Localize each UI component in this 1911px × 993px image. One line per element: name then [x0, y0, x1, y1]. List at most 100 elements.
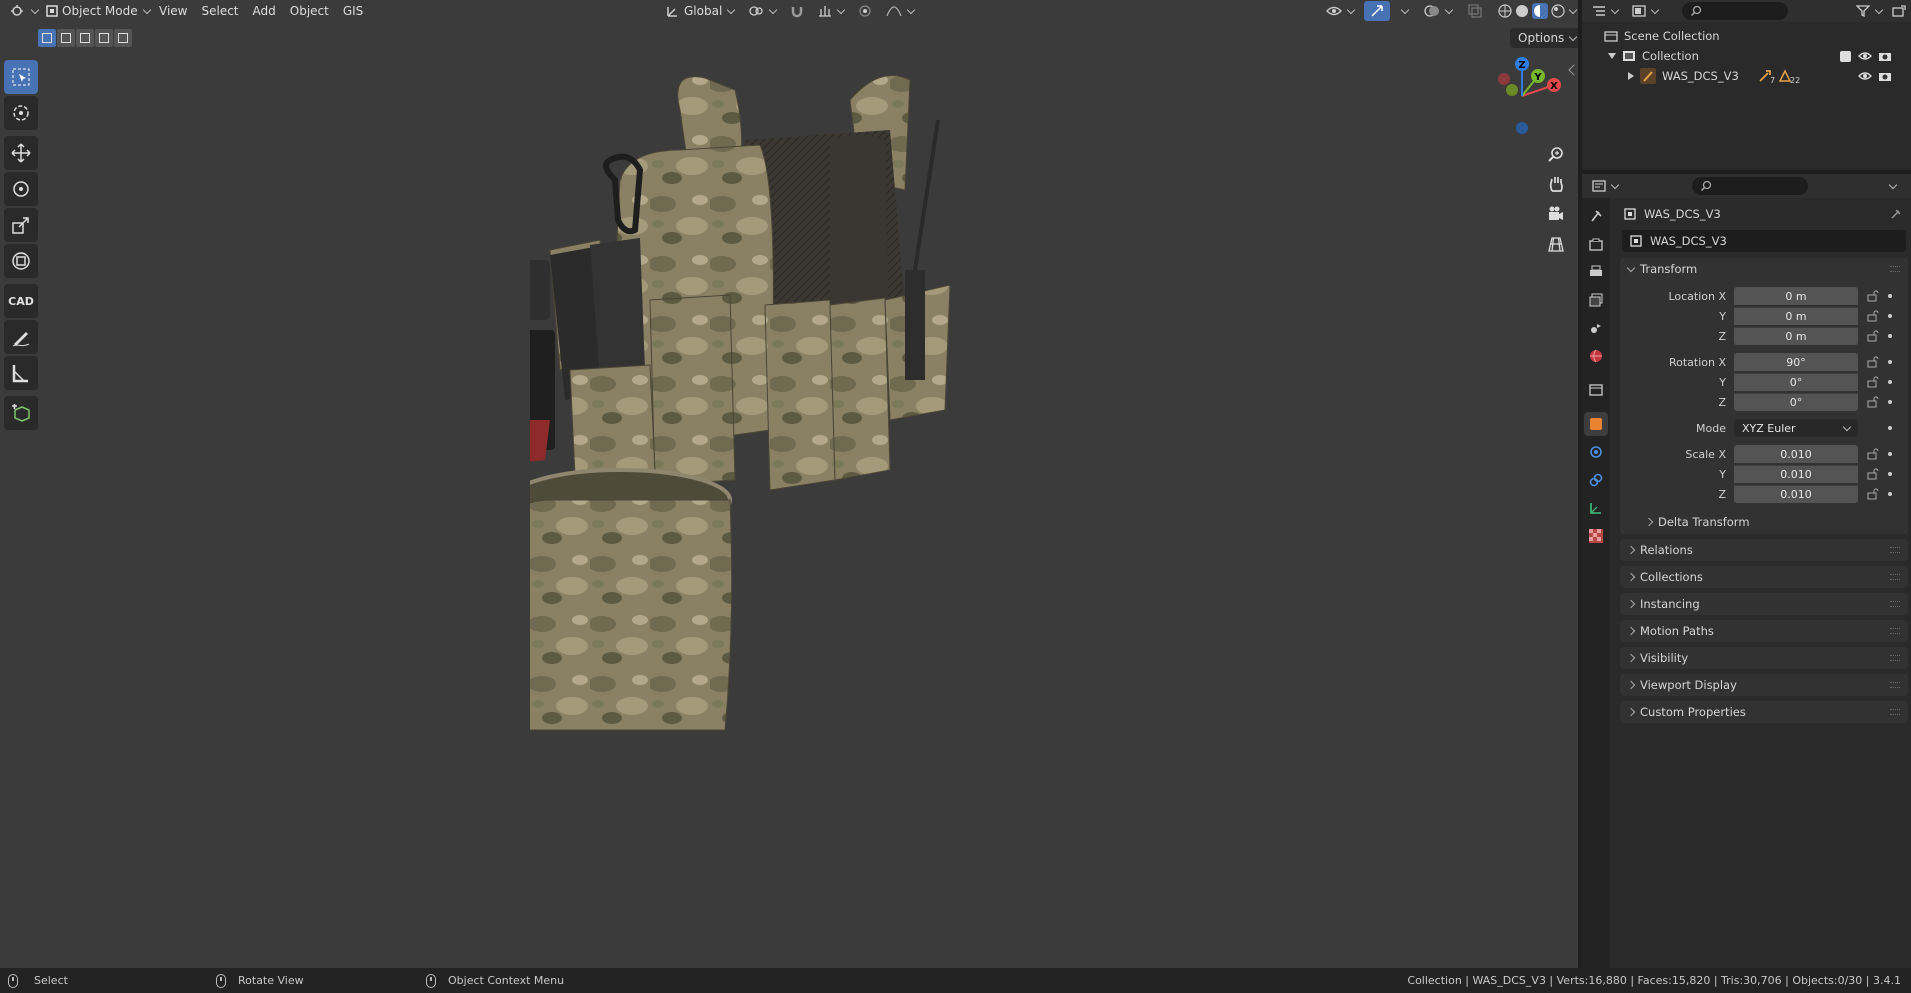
unlock-icon[interactable]	[1866, 290, 1880, 302]
instancing-panel[interactable]: Instancing	[1620, 593, 1908, 615]
select-intersect-button[interactable]	[114, 29, 132, 47]
tab-object[interactable]	[1584, 412, 1608, 436]
scale-tool[interactable]	[4, 208, 38, 242]
keyframe-dot-icon[interactable]	[1888, 360, 1892, 364]
tab-world[interactable]	[1584, 344, 1608, 368]
rotation-z-field[interactable]: 0°	[1734, 393, 1858, 411]
editor-type-button[interactable]	[4, 1, 44, 21]
unlock-icon[interactable]	[1866, 356, 1880, 368]
tab-modifiers[interactable]	[1584, 440, 1608, 464]
tab-collection[interactable]	[1584, 378, 1608, 402]
drag-handle-icon[interactable]	[1890, 266, 1900, 272]
rotate-tool[interactable]	[4, 172, 38, 206]
menu-gis[interactable]: GIS	[336, 1, 370, 21]
location-z-field[interactable]: 0 m	[1734, 327, 1858, 345]
transform-panel-header[interactable]: Transform	[1620, 258, 1908, 280]
menu-select[interactable]: Select	[194, 1, 245, 21]
keyframe-dot-icon[interactable]	[1888, 492, 1892, 496]
motion-paths-panel[interactable]: Motion Paths	[1620, 620, 1908, 642]
menu-view[interactable]: View	[152, 1, 194, 21]
tab-constraints[interactable]	[1584, 468, 1608, 492]
scale-x-field[interactable]: 0.010	[1734, 445, 1858, 463]
tab-scene[interactable]	[1584, 316, 1608, 340]
keyframe-dot-icon[interactable]	[1888, 314, 1892, 318]
tab-render[interactable]	[1584, 232, 1608, 256]
collection-exclude-checkbox[interactable]	[1840, 51, 1851, 62]
outliner-editor-type[interactable]	[1586, 1, 1624, 21]
add-cube-tool[interactable]	[4, 396, 38, 430]
select-invert-button[interactable]	[95, 29, 113, 47]
xray-toggle[interactable]	[1462, 1, 1488, 21]
tab-object-data[interactable]	[1584, 496, 1608, 520]
unlock-icon[interactable]	[1866, 448, 1880, 460]
snap-toggle[interactable]	[784, 1, 810, 21]
measure-tool[interactable]	[4, 356, 38, 390]
expand-arrow-icon[interactable]	[1628, 72, 1634, 80]
keyframe-dot-icon[interactable]	[1888, 400, 1892, 404]
gizmo-neg-y-handle[interactable]	[1506, 84, 1518, 96]
proportional-edit-toggle[interactable]	[852, 1, 878, 21]
mode-dropdown[interactable]: Object Mode	[40, 1, 156, 21]
properties-editor-type[interactable]	[1586, 176, 1624, 196]
rotation-y-field[interactable]: 0°	[1734, 373, 1858, 391]
unlock-icon[interactable]	[1866, 376, 1880, 388]
scale-y-field[interactable]: 0.010	[1734, 465, 1858, 483]
select-new-button[interactable]	[38, 29, 56, 47]
drag-handle-icon[interactable]	[1890, 574, 1900, 580]
select-box-tool[interactable]	[4, 60, 38, 94]
snap-target-dropdown[interactable]	[812, 1, 850, 21]
visibility-dropdown[interactable]	[1320, 1, 1360, 21]
vest-model[interactable]	[530, 70, 1170, 910]
tab-tool[interactable]	[1584, 204, 1608, 228]
gizmo-neg-z-handle[interactable]	[1516, 122, 1528, 134]
menu-add[interactable]: Add	[246, 1, 283, 21]
3d-viewport[interactable]: Object Mode View Select Add Object GIS G…	[0, 0, 1578, 968]
keyframe-dot-icon[interactable]	[1888, 294, 1892, 298]
zoom-button[interactable]	[1544, 142, 1568, 166]
rotation-x-field[interactable]: 90°	[1734, 353, 1858, 371]
transform-tool[interactable]	[4, 244, 38, 278]
eye-icon[interactable]	[1858, 50, 1872, 62]
visibility-panel[interactable]: Visibility	[1620, 647, 1908, 669]
render-camera-icon[interactable]	[1878, 70, 1892, 82]
overlays-toggle[interactable]	[1418, 1, 1458, 21]
tab-view-layer[interactable]	[1584, 288, 1608, 312]
keyframe-dot-icon[interactable]	[1888, 452, 1892, 456]
keyframe-dot-icon[interactable]	[1888, 472, 1892, 476]
outliner-search[interactable]	[1682, 2, 1788, 20]
select-extend-button[interactable]	[57, 29, 75, 47]
new-collection-button[interactable]	[1886, 1, 1911, 21]
unlock-icon[interactable]	[1866, 310, 1880, 322]
drag-handle-icon[interactable]	[1890, 547, 1900, 553]
select-subtract-button[interactable]	[76, 29, 94, 47]
drag-handle-icon[interactable]	[1890, 601, 1900, 607]
collections-panel[interactable]: Collections	[1620, 566, 1908, 588]
display-mode-dropdown[interactable]	[1626, 1, 1664, 21]
camera-view-button[interactable]	[1544, 202, 1568, 226]
drag-handle-icon[interactable]	[1890, 655, 1900, 661]
options-dropdown[interactable]: Options	[1510, 28, 1578, 48]
cad-tool[interactable]: CAD	[4, 284, 38, 318]
tab-texture[interactable]	[1584, 524, 1608, 548]
orientation-dropdown[interactable]: Global	[660, 1, 740, 21]
keyframe-dot-icon[interactable]	[1888, 380, 1892, 384]
drag-handle-icon[interactable]	[1890, 628, 1900, 634]
viewport-display-panel[interactable]: Viewport Display	[1620, 674, 1908, 696]
keyframe-dot-icon[interactable]	[1888, 334, 1892, 338]
pin-icon[interactable]	[1890, 208, 1902, 220]
drag-handle-icon[interactable]	[1890, 682, 1900, 688]
relations-panel[interactable]: Relations	[1620, 539, 1908, 561]
expand-arrow-icon[interactable]	[1608, 53, 1616, 59]
object-name-field[interactable]: WAS_DCS_V3	[1622, 230, 1906, 252]
eye-icon[interactable]	[1858, 70, 1872, 82]
cursor-tool[interactable]	[4, 96, 38, 130]
perspective-toggle-button[interactable]	[1544, 232, 1568, 256]
keyframe-dot-icon[interactable]	[1888, 426, 1892, 430]
move-tool[interactable]	[4, 136, 38, 170]
custom-properties-panel[interactable]: Custom Properties	[1620, 701, 1908, 723]
filter-dropdown[interactable]	[1850, 1, 1888, 21]
tab-output[interactable]	[1584, 260, 1608, 284]
properties-options-dropdown[interactable]	[1882, 176, 1902, 196]
gizmo-toggle[interactable]	[1364, 1, 1390, 21]
scale-z-field[interactable]: 0.010	[1734, 485, 1858, 503]
